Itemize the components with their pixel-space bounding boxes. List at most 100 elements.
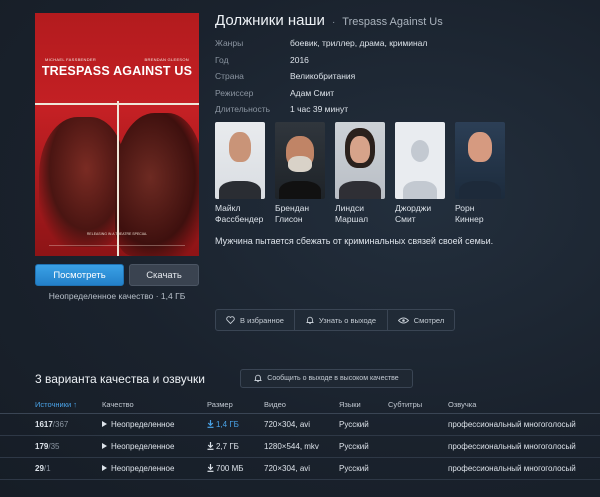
movie-poster[interactable]: MICHAEL FASSBENDER BRENDAN GLEESON TRESP… [35, 13, 199, 256]
title-separator: · [331, 17, 336, 28]
info-row-year: Год 2016 [215, 52, 427, 69]
info-value: 2016 [290, 54, 309, 65]
column-subtitles[interactable]: Субтитры [388, 397, 422, 413]
info-label: Длительность [215, 104, 271, 115]
voice-value: профессиональный многоголосый [448, 464, 576, 473]
column-size[interactable]: Размер [207, 397, 233, 413]
play-icon[interactable] [102, 465, 107, 471]
table-row[interactable]: 1617/367 Неопределенное 1,4 ГБ 720×304, … [0, 414, 600, 436]
table-header: Источники ↑ Качество Размер Видео Языки … [0, 397, 600, 414]
poster-tagline: RELEASING IN A THEATRE SPECIAL [86, 232, 148, 236]
peers-count: /35 [48, 442, 60, 451]
variants-table: Источники ↑ Качество Размер Видео Языки … [0, 397, 600, 480]
info-row-duration: Длительность 1 час 39 минут [215, 101, 427, 118]
placeholder-avatar-icon[interactable] [395, 122, 445, 199]
cast-member[interactable]: Линдси Маршал [335, 122, 395, 225]
page-title: Должники наши [215, 12, 325, 29]
column-quality[interactable]: Качество [102, 397, 134, 413]
download-icon [207, 420, 214, 428]
column-video[interactable]: Видео [264, 397, 286, 413]
cast-last-name: Глисон [275, 214, 303, 224]
info-label: Страна [215, 71, 244, 82]
movie-description: Мужчина пытается сбежать от криминальных… [215, 236, 494, 246]
poster-actor-1: MICHAEL FASSBENDER [45, 57, 97, 62]
cast-first-name: Майкл [215, 203, 241, 213]
cast-photo[interactable] [275, 122, 325, 199]
voice-value: профессиональный многоголосый [448, 442, 576, 451]
cast-last-name: Смит [395, 214, 416, 224]
variants-title: 3 варианта качества и озвучки [35, 372, 205, 386]
poster-actor-2: BRENDAN GLEESON [144, 57, 189, 62]
play-icon[interactable] [102, 421, 107, 427]
info-value: боевик, триллер, драма, криминал [290, 38, 428, 49]
language-value: Русский [339, 442, 369, 451]
notify-release-button[interactable]: Узнать о выходе [295, 310, 388, 330]
voice-value: профессиональный многоголосый [448, 420, 576, 429]
play-icon[interactable] [102, 443, 107, 449]
quality-note: Неопределенное качество · 1,4 ГБ [48, 291, 186, 301]
cast-member[interactable]: Джорджи Смит [395, 122, 455, 225]
info-value: Великобритания [290, 71, 356, 82]
poster-actors: MICHAEL FASSBENDER BRENDAN GLEESON [45, 57, 189, 62]
column-sources[interactable]: Источники ↑ [35, 397, 77, 413]
notify-hq-button[interactable]: Сообщить о выходе в высоком качестве [240, 369, 413, 388]
cast-first-name: Джорджи [395, 203, 432, 213]
cast-member[interactable]: Брендан Глисон [275, 122, 335, 225]
seeds-count: 29 [35, 464, 44, 473]
size-download-link[interactable]: 1,4 ГБ [207, 414, 239, 436]
watch-button[interactable]: Посмотреть [35, 264, 124, 286]
info-value: 1 час 39 минут [290, 104, 349, 115]
download-button[interactable]: Скачать [129, 264, 199, 286]
original-title: Trespass Against Us [342, 16, 443, 28]
video-value: 1280×544, mkv [264, 442, 319, 451]
cast-last-name: Киннер [455, 214, 484, 224]
poster-title: TRESPASS AGAINST US [41, 64, 193, 78]
favorite-label: В избранное [240, 315, 284, 325]
table-row[interactable]: 179/35 Неопределенное 2,7 ГБ 1280×544, m… [0, 436, 600, 458]
language-value: Русский [339, 464, 369, 473]
watched-button[interactable]: Смотрел [388, 310, 454, 330]
cast-last-name: Фассбендер [215, 214, 264, 224]
size-download-link[interactable]: 2,7 ГБ [207, 436, 239, 458]
column-languages[interactable]: Языки [339, 397, 361, 413]
favorite-button[interactable]: В избранное [216, 310, 295, 330]
cast-member[interactable]: Майкл Фассбендер [215, 122, 275, 225]
movie-info: Жанры боевик, триллер, драма, криминал Г… [215, 35, 427, 118]
eye-icon [397, 317, 409, 323]
bell-icon [306, 316, 314, 324]
info-row-director: Режиссер Адам Смит [215, 85, 427, 102]
cast-list: Майкл Фассбендер Брендан Глисон Линдси М… [215, 122, 515, 225]
bell-icon [254, 374, 263, 383]
cast-photo[interactable] [335, 122, 385, 199]
size-value: 700 МБ [216, 464, 244, 473]
action-bar: В избранное Узнать о выходе Смотрел [215, 309, 455, 331]
download-icon [207, 442, 214, 450]
cast-first-name: Рорн [455, 203, 475, 213]
info-value: Адам Смит [290, 87, 335, 98]
info-row-genres: Жанры боевик, триллер, драма, криминал [215, 35, 427, 52]
quality-value: Неопределенное [111, 442, 175, 451]
cast-last-name: Маршал [335, 214, 369, 224]
poster-credits [49, 245, 185, 250]
notify-release-label: Узнать о выходе [318, 315, 377, 325]
download-icon [207, 464, 214, 472]
language-value: Русский [339, 420, 369, 429]
info-row-country: Страна Великобритания [215, 68, 427, 85]
cast-photo[interactable] [455, 122, 505, 199]
heart-icon [226, 316, 235, 324]
video-value: 720×304, avi [264, 420, 311, 429]
title-row: Должники наши · Trespass Against Us [215, 12, 443, 29]
peers-count: /367 [52, 420, 69, 429]
cast-photo[interactable] [215, 122, 265, 199]
peers-count: /1 [43, 464, 51, 473]
column-voice[interactable]: Озвучка [448, 397, 476, 413]
notify-hq-label: Сообщить о выходе в высоком качестве [267, 375, 399, 382]
cast-member[interactable]: Рорн Киннер [455, 122, 515, 225]
quality-value: Неопределенное [111, 464, 175, 473]
info-label: Год [215, 54, 229, 65]
size-download-link[interactable]: 700 МБ [207, 458, 243, 480]
cast-first-name: Линдси [335, 203, 364, 213]
video-value: 720×304, avi [264, 464, 311, 473]
table-row[interactable]: 29/1 Неопределенное 700 МБ 720×304, avi … [0, 458, 600, 480]
cast-first-name: Брендан [275, 203, 310, 213]
